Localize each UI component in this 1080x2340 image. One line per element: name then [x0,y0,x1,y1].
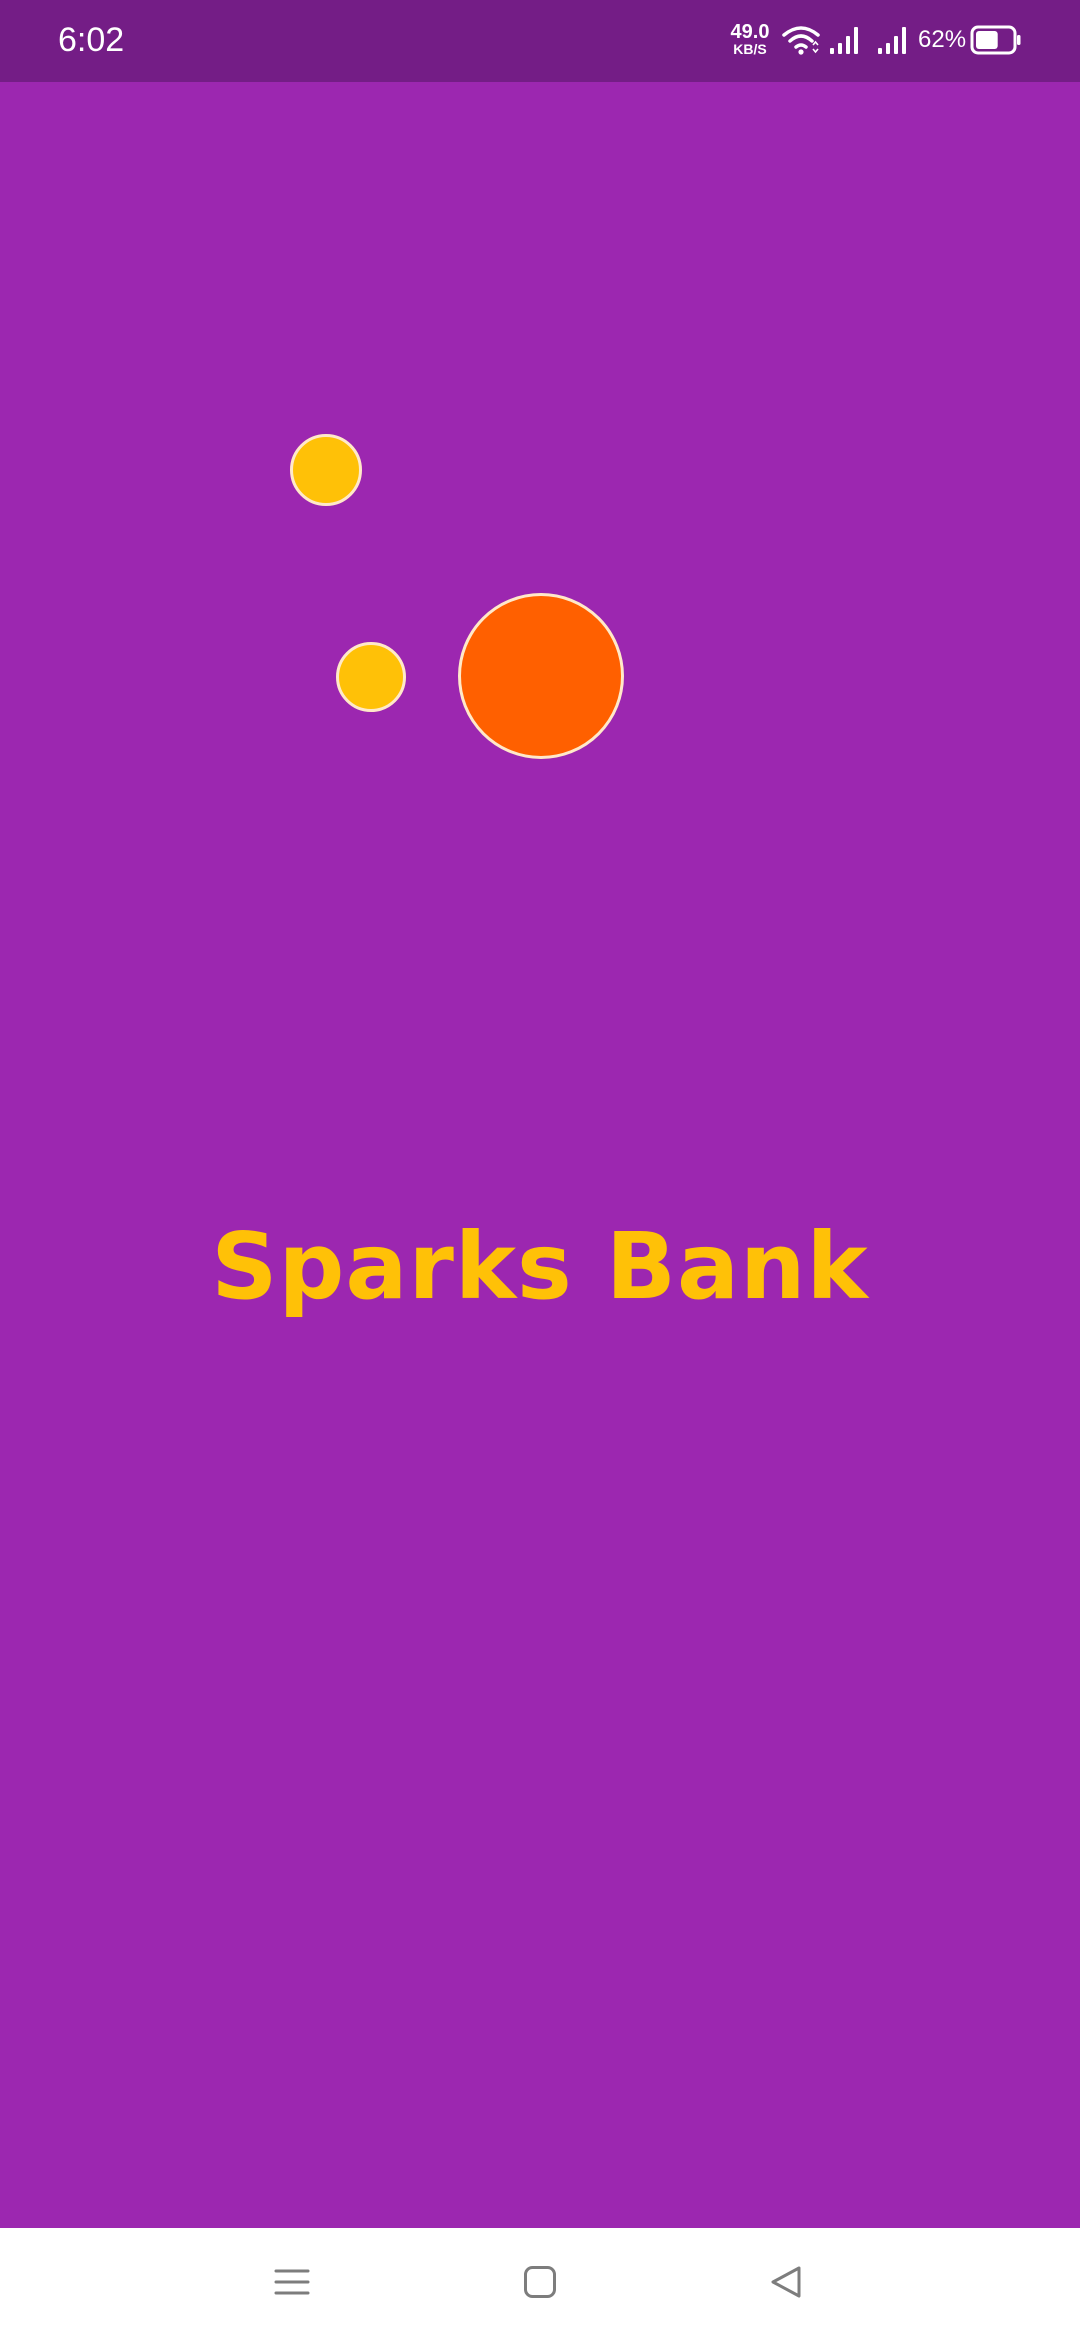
app-title: Sparks Bank [211,1213,869,1320]
decorative-dot-small-top [290,434,362,506]
network-speed-value: 49.0 [730,21,770,43]
signal-icon [828,24,864,61]
menu-icon [274,2266,310,2303]
signal-icon [876,24,912,61]
back-icon [769,2265,803,2304]
status-bar: 6:02 49.0 KB/S 62% [0,0,1080,82]
status-time: 6:02 [58,21,125,59]
wifi-icon [782,24,820,61]
battery-icon [970,24,1022,61]
network-speed-unit: KB/S [733,41,767,57]
navigation-bar [0,2228,1080,2340]
recent-apps-button[interactable] [262,2254,322,2314]
decorative-dot-small-bottom [336,642,406,712]
home-button[interactable] [510,2254,570,2314]
network-speed: 49.0 KB/S [720,22,780,56]
battery-fill [976,31,998,49]
splash-screen: 6:02 49.0 KB/S 62% Sparks Bank [0,0,1080,2340]
decorative-dot-large [458,593,624,759]
battery-percent: 62% [918,26,967,53]
home-icon [523,2265,557,2304]
back-button[interactable] [756,2254,816,2314]
